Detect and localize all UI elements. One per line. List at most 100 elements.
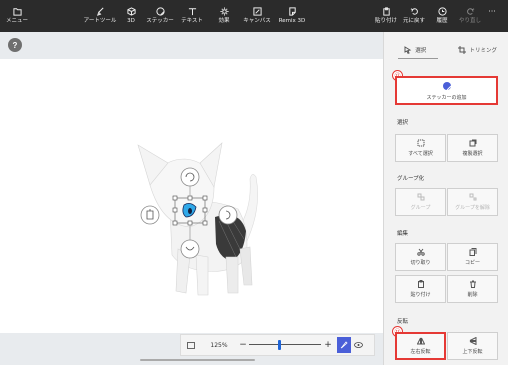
- brushes-button[interactable]: アートツール: [82, 0, 118, 32]
- effects-button[interactable]: 効果: [208, 0, 240, 32]
- group-button[interactable]: グループ: [395, 188, 446, 216]
- cursor-icon: [404, 46, 412, 54]
- select-heading: 選択: [397, 120, 409, 126]
- flip-horizontal-icon: [416, 337, 425, 345]
- effects-label: 効果: [218, 18, 230, 25]
- side-panel: 選択 トリミング ⑫ ステッカーの追加 選択 すべて選択 複製選択 グループ化 …: [383, 32, 508, 365]
- sticker-icon: [155, 7, 165, 16]
- stickers-label: ステッカー: [146, 18, 174, 25]
- edit-heading: 編集: [397, 231, 409, 237]
- flip-horizontal-label: 左右反転: [410, 349, 431, 355]
- text-label: テキスト: [181, 18, 203, 25]
- clock-icon: [437, 7, 447, 16]
- add-sticker-button[interactable]: ステッカーの追加: [395, 76, 498, 105]
- canvas[interactable]: [0, 59, 383, 333]
- flip-vertical-icon: [469, 337, 476, 345]
- pen-toggle-button[interactable]: [337, 337, 351, 353]
- horizontal-scrollbar[interactable]: [140, 359, 255, 361]
- folder-icon: [12, 7, 22, 16]
- sticker-add-icon: [442, 81, 451, 90]
- cat-model[interactable]: [0, 59, 383, 333]
- fit-screen-icon[interactable]: [181, 341, 201, 349]
- select-all-icon: [417, 139, 424, 147]
- top-toolbar: メニュー アートツール 3D ステッカー テキスト 効果 キャンバス Remix…: [0, 0, 508, 32]
- menu-label: メニュー: [5, 18, 28, 25]
- undo-icon: [409, 7, 419, 16]
- copy-button[interactable]: コピー: [447, 243, 498, 271]
- select-all-button[interactable]: すべて選択: [395, 134, 446, 162]
- depth-handle[interactable]: [180, 239, 200, 259]
- brush-icon: [95, 7, 105, 17]
- crop-icon: [458, 46, 467, 54]
- help-label: ?: [12, 40, 18, 50]
- zoom-slider-thumb[interactable]: [278, 340, 281, 350]
- stickers-button[interactable]: ステッカー: [144, 0, 176, 32]
- ungroup-label: グループを解除: [455, 205, 490, 211]
- tab-trim[interactable]: トリミング: [447, 42, 508, 58]
- delete-label: 削除: [467, 292, 478, 298]
- clipboard-icon: [381, 7, 391, 16]
- history-label: 履歴: [436, 18, 448, 25]
- group-label: グループ: [410, 205, 431, 211]
- eye-icon: [353, 342, 363, 348]
- menu-button[interactable]: メニュー: [0, 0, 34, 32]
- more-label: ···: [488, 7, 496, 16]
- text-button[interactable]: テキスト: [176, 0, 208, 32]
- tilt-left-handle[interactable]: [140, 205, 160, 225]
- redo-button[interactable]: やり直し: [456, 0, 484, 32]
- delete-button[interactable]: 削除: [447, 275, 498, 303]
- panel-tabs: 選択 トリミング: [384, 42, 508, 58]
- help-button[interactable]: ?: [8, 38, 22, 52]
- resize-canvas-icon: [252, 7, 262, 16]
- group-heading: グループ化: [397, 176, 425, 182]
- canvas-label: キャンバス: [243, 18, 271, 25]
- group-icon: [417, 193, 424, 201]
- copy-label: コピー: [464, 260, 480, 266]
- remix-icon: [287, 7, 297, 16]
- duplicate-button[interactable]: 複製選択: [447, 134, 498, 162]
- zoom-in-button[interactable]: +: [321, 340, 335, 350]
- paste-panel-label: 貼り付け: [410, 292, 431, 298]
- more-button[interactable]: ···: [484, 0, 500, 32]
- pen-icon: [340, 341, 348, 349]
- add-sticker-label: ステッカーの追加: [426, 94, 467, 101]
- scissors-icon: [416, 248, 425, 256]
- copy-icon: [469, 248, 476, 256]
- cut-label: 切り取り: [410, 260, 431, 266]
- zoom-out-button[interactable]: −: [237, 340, 249, 350]
- rotate-handle[interactable]: [180, 167, 200, 187]
- flip-horizontal-button[interactable]: 左右反転: [395, 332, 446, 360]
- zoom-bar: 125% − +: [180, 334, 375, 356]
- cut-button[interactable]: 切り取り: [395, 243, 446, 271]
- remix-3d-label: Remix 3D: [278, 18, 306, 25]
- flip-vertical-label: 上下反転: [462, 349, 483, 355]
- redo-label: やり直し: [458, 18, 481, 25]
- zoom-slider-track: [249, 344, 321, 345]
- canvas-button[interactable]: キャンバス: [240, 0, 274, 32]
- flip-vertical-button[interactable]: 上下反転: [447, 332, 498, 360]
- tilt-right-handle[interactable]: [218, 205, 238, 225]
- flip-heading: 反転: [397, 319, 409, 325]
- tab-select-label: 選択: [415, 48, 427, 54]
- undo-button[interactable]: 元に戻す: [400, 0, 428, 32]
- ungroup-button[interactable]: グループを解除: [447, 188, 498, 216]
- ungroup-icon: [469, 193, 476, 201]
- paste-button[interactable]: 貼り付け: [372, 0, 400, 32]
- 3d-shapes-label: 3D: [127, 18, 135, 25]
- zoom-slider[interactable]: [249, 340, 321, 350]
- history-button[interactable]: 履歴: [428, 0, 456, 32]
- select-all-label: すべて選択: [408, 151, 433, 157]
- duplicate-icon: [469, 139, 476, 147]
- brushes-label: アートツール: [83, 18, 117, 25]
- 3d-shapes-button[interactable]: 3D: [118, 0, 144, 32]
- zoom-value: 125%: [210, 341, 228, 349]
- tab-select[interactable]: 選択: [384, 42, 447, 58]
- view-3d-button[interactable]: [351, 342, 365, 348]
- tab-select-underline: [398, 58, 438, 59]
- workspace: ? 125% − +: [0, 32, 383, 365]
- paste-button-panel[interactable]: 貼り付け: [395, 275, 446, 303]
- remix-3d-button[interactable]: Remix 3D: [274, 0, 310, 32]
- toolbar-spacer-2: [310, 0, 372, 32]
- undo-label: 元に戻す: [402, 18, 425, 25]
